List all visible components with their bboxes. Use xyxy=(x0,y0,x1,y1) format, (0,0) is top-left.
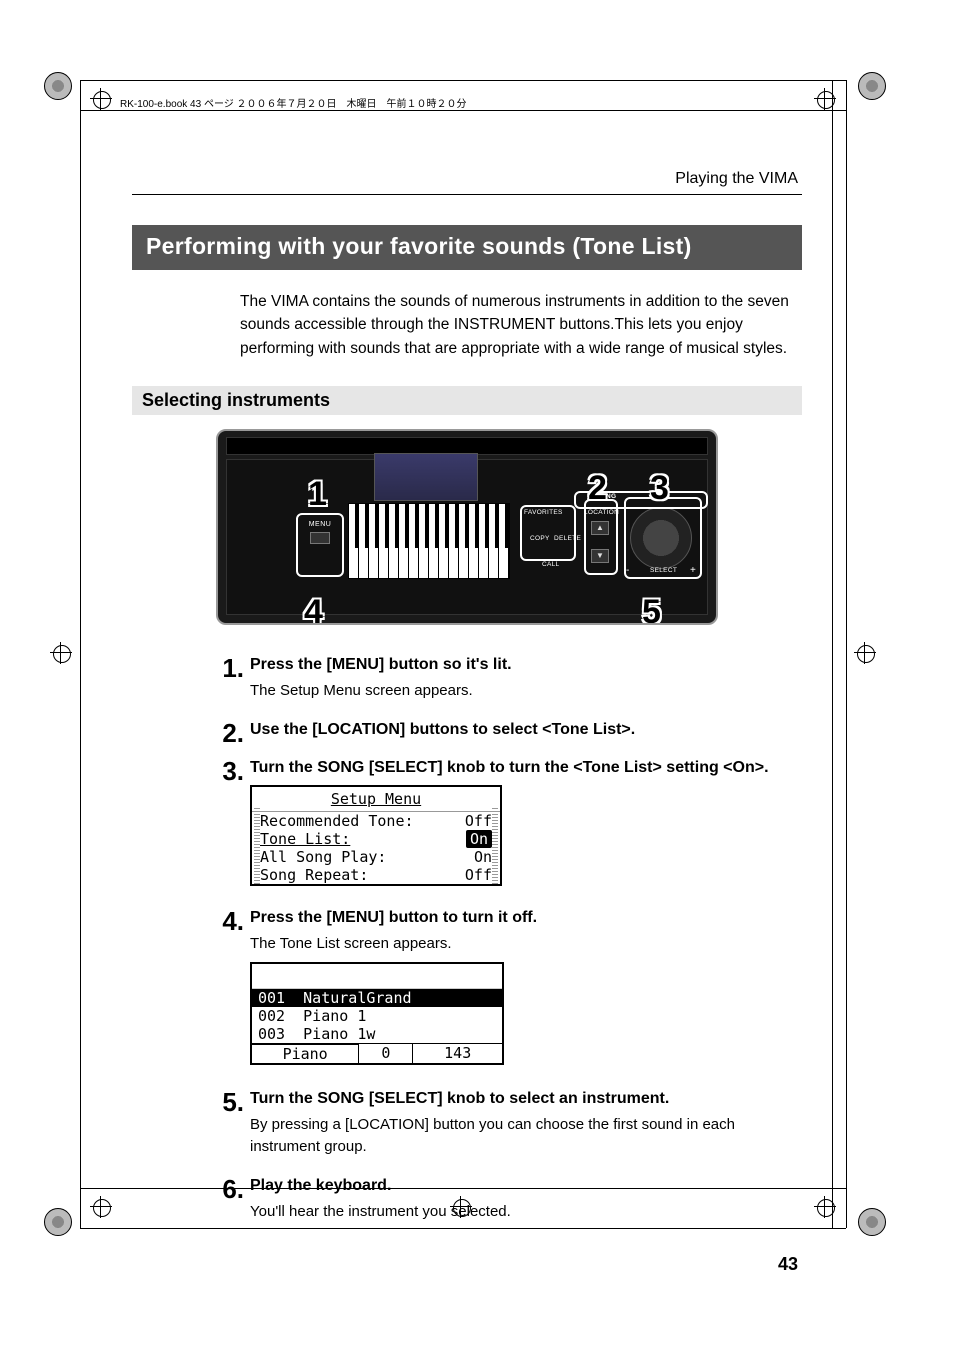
tone-num: 001 xyxy=(258,989,285,1007)
menu-label: MENU xyxy=(298,521,342,528)
setup-menu-row: Song Repeat: Off xyxy=(252,866,500,884)
row-label: Song Repeat: xyxy=(260,866,368,884)
step-number: 1. xyxy=(210,653,244,681)
crop-frame xyxy=(80,110,846,111)
step-title: Press the [MENU] button to turn it off. xyxy=(250,906,802,927)
row-label: All Song Play: xyxy=(260,848,386,866)
step-number: 2. xyxy=(210,718,244,746)
copy-label: COPY xyxy=(530,535,550,542)
row-value: Off xyxy=(465,812,492,830)
setup-menu-row: Tone List: On xyxy=(252,830,500,848)
step-number: 5. xyxy=(210,1087,244,1115)
crop-circle xyxy=(858,1208,886,1236)
step-title: Play the keyboard. xyxy=(250,1174,802,1195)
header-rule xyxy=(132,194,802,195)
tone-index-a: 0 xyxy=(359,1044,413,1063)
callout-5: 5 xyxy=(642,593,661,625)
delete-label: DELETE xyxy=(554,535,581,542)
step-number: 4. xyxy=(210,906,244,934)
call-label: CALL xyxy=(542,561,559,568)
step-title: Use the [LOCATION] buttons to select <To… xyxy=(250,718,802,739)
row-value: On xyxy=(466,830,492,848)
registration-mark xyxy=(90,1196,112,1218)
tone-name: NaturalGrand xyxy=(303,989,411,1007)
tone-num: 003 xyxy=(258,1025,285,1043)
step-title: Turn the SONG [SELECT] knob to select an… xyxy=(250,1087,802,1108)
step-number: 6. xyxy=(210,1174,244,1202)
crop-frame xyxy=(832,80,833,1228)
running-head: Playing the VIMA xyxy=(132,170,802,188)
tone-name: Piano 1w xyxy=(303,1025,375,1043)
crop-frame xyxy=(80,80,81,1228)
setup-menu-screenshot: Setup Menu Recommended Tone: Off Tone Li… xyxy=(250,785,502,886)
row-value: On xyxy=(474,848,492,866)
step-6: 6. Play the keyboard. You'll hear the in… xyxy=(210,1174,802,1229)
step-text: By pressing a [LOCATION] button you can … xyxy=(250,1114,802,1158)
location-label: LOCATION xyxy=(584,509,619,516)
crop-circle xyxy=(44,1208,72,1236)
step-2: 2. Use the [LOCATION] buttons to select … xyxy=(210,718,802,746)
tone-list-footer: Piano 0 143 xyxy=(252,1043,502,1063)
tone-list-row: 002 Piano 1 xyxy=(252,1007,502,1025)
subsection-title: Selecting instruments xyxy=(132,386,802,415)
section-title: Performing with your favorite sounds (To… xyxy=(132,225,802,270)
registration-mark xyxy=(90,88,112,110)
tone-category: Piano xyxy=(252,1044,359,1063)
row-label: Tone List: xyxy=(260,830,350,848)
panel-illustration: 1 2 3 4 5 MENU SONG FAVORITES COPY DELET… xyxy=(132,429,802,625)
tone-index-b: 143 xyxy=(413,1044,502,1063)
tone-list-row: 003 Piano 1w xyxy=(252,1025,502,1043)
page-number: 43 xyxy=(778,1254,798,1275)
callout-4: 4 xyxy=(304,593,323,625)
setup-menu-row: All Song Play: On xyxy=(252,848,500,866)
tone-list-screenshot: 001 NaturalGrand 002 Piano 1 003 Piano 1… xyxy=(250,962,504,1065)
step-text: The Setup Menu screen appears. xyxy=(250,680,802,702)
crop-circle xyxy=(858,72,886,100)
callout-2: 2 xyxy=(588,469,607,508)
step-text: You'll hear the instrument you selected. xyxy=(250,1201,802,1223)
select-label: SELECT xyxy=(650,567,677,574)
step-text: The Tone List screen appears. xyxy=(250,933,802,955)
setup-menu-title: Setup Menu xyxy=(252,787,500,812)
step-5: 5. Turn the SONG [SELECT] knob to select… xyxy=(210,1087,802,1164)
crop-frame xyxy=(846,80,847,1228)
step-title: Turn the SONG [SELECT] knob to turn the … xyxy=(250,756,802,777)
step-4: 4. Press the [MENU] button to turn it of… xyxy=(210,906,802,1078)
menu-button-illustration: MENU xyxy=(296,513,344,577)
step-number: 3. xyxy=(210,756,244,784)
intro-paragraph: The VIMA contains the sounds of numerous… xyxy=(240,290,802,360)
tone-num: 002 xyxy=(258,1007,285,1025)
registration-mark xyxy=(854,642,876,664)
callout-3: 3 xyxy=(650,469,669,508)
favorites-label: FAVORITES xyxy=(524,509,563,516)
tone-list-row: 001 NaturalGrand xyxy=(252,989,502,1007)
step-1: 1. Press the [MENU] button so it's lit. … xyxy=(210,653,802,708)
step-title: Press the [MENU] button so it's lit. xyxy=(250,653,802,674)
row-label: Recommended Tone: xyxy=(260,812,414,830)
minus-label: - xyxy=(626,565,630,576)
plus-label: + xyxy=(690,565,696,576)
book-header: RK-100-e.book 43 ページ ２００６年７月２０日 木曜日 午前１０… xyxy=(120,95,467,110)
callout-1: 1 xyxy=(308,475,327,514)
step-3: 3. Turn the SONG [SELECT] knob to turn t… xyxy=(210,756,802,896)
tone-name: Piano 1 xyxy=(303,1007,366,1025)
registration-mark xyxy=(50,642,72,664)
crop-frame xyxy=(80,80,846,81)
row-value: Off xyxy=(465,866,492,884)
setup-menu-row: Recommended Tone: Off xyxy=(252,812,500,830)
crop-circle xyxy=(44,72,72,100)
